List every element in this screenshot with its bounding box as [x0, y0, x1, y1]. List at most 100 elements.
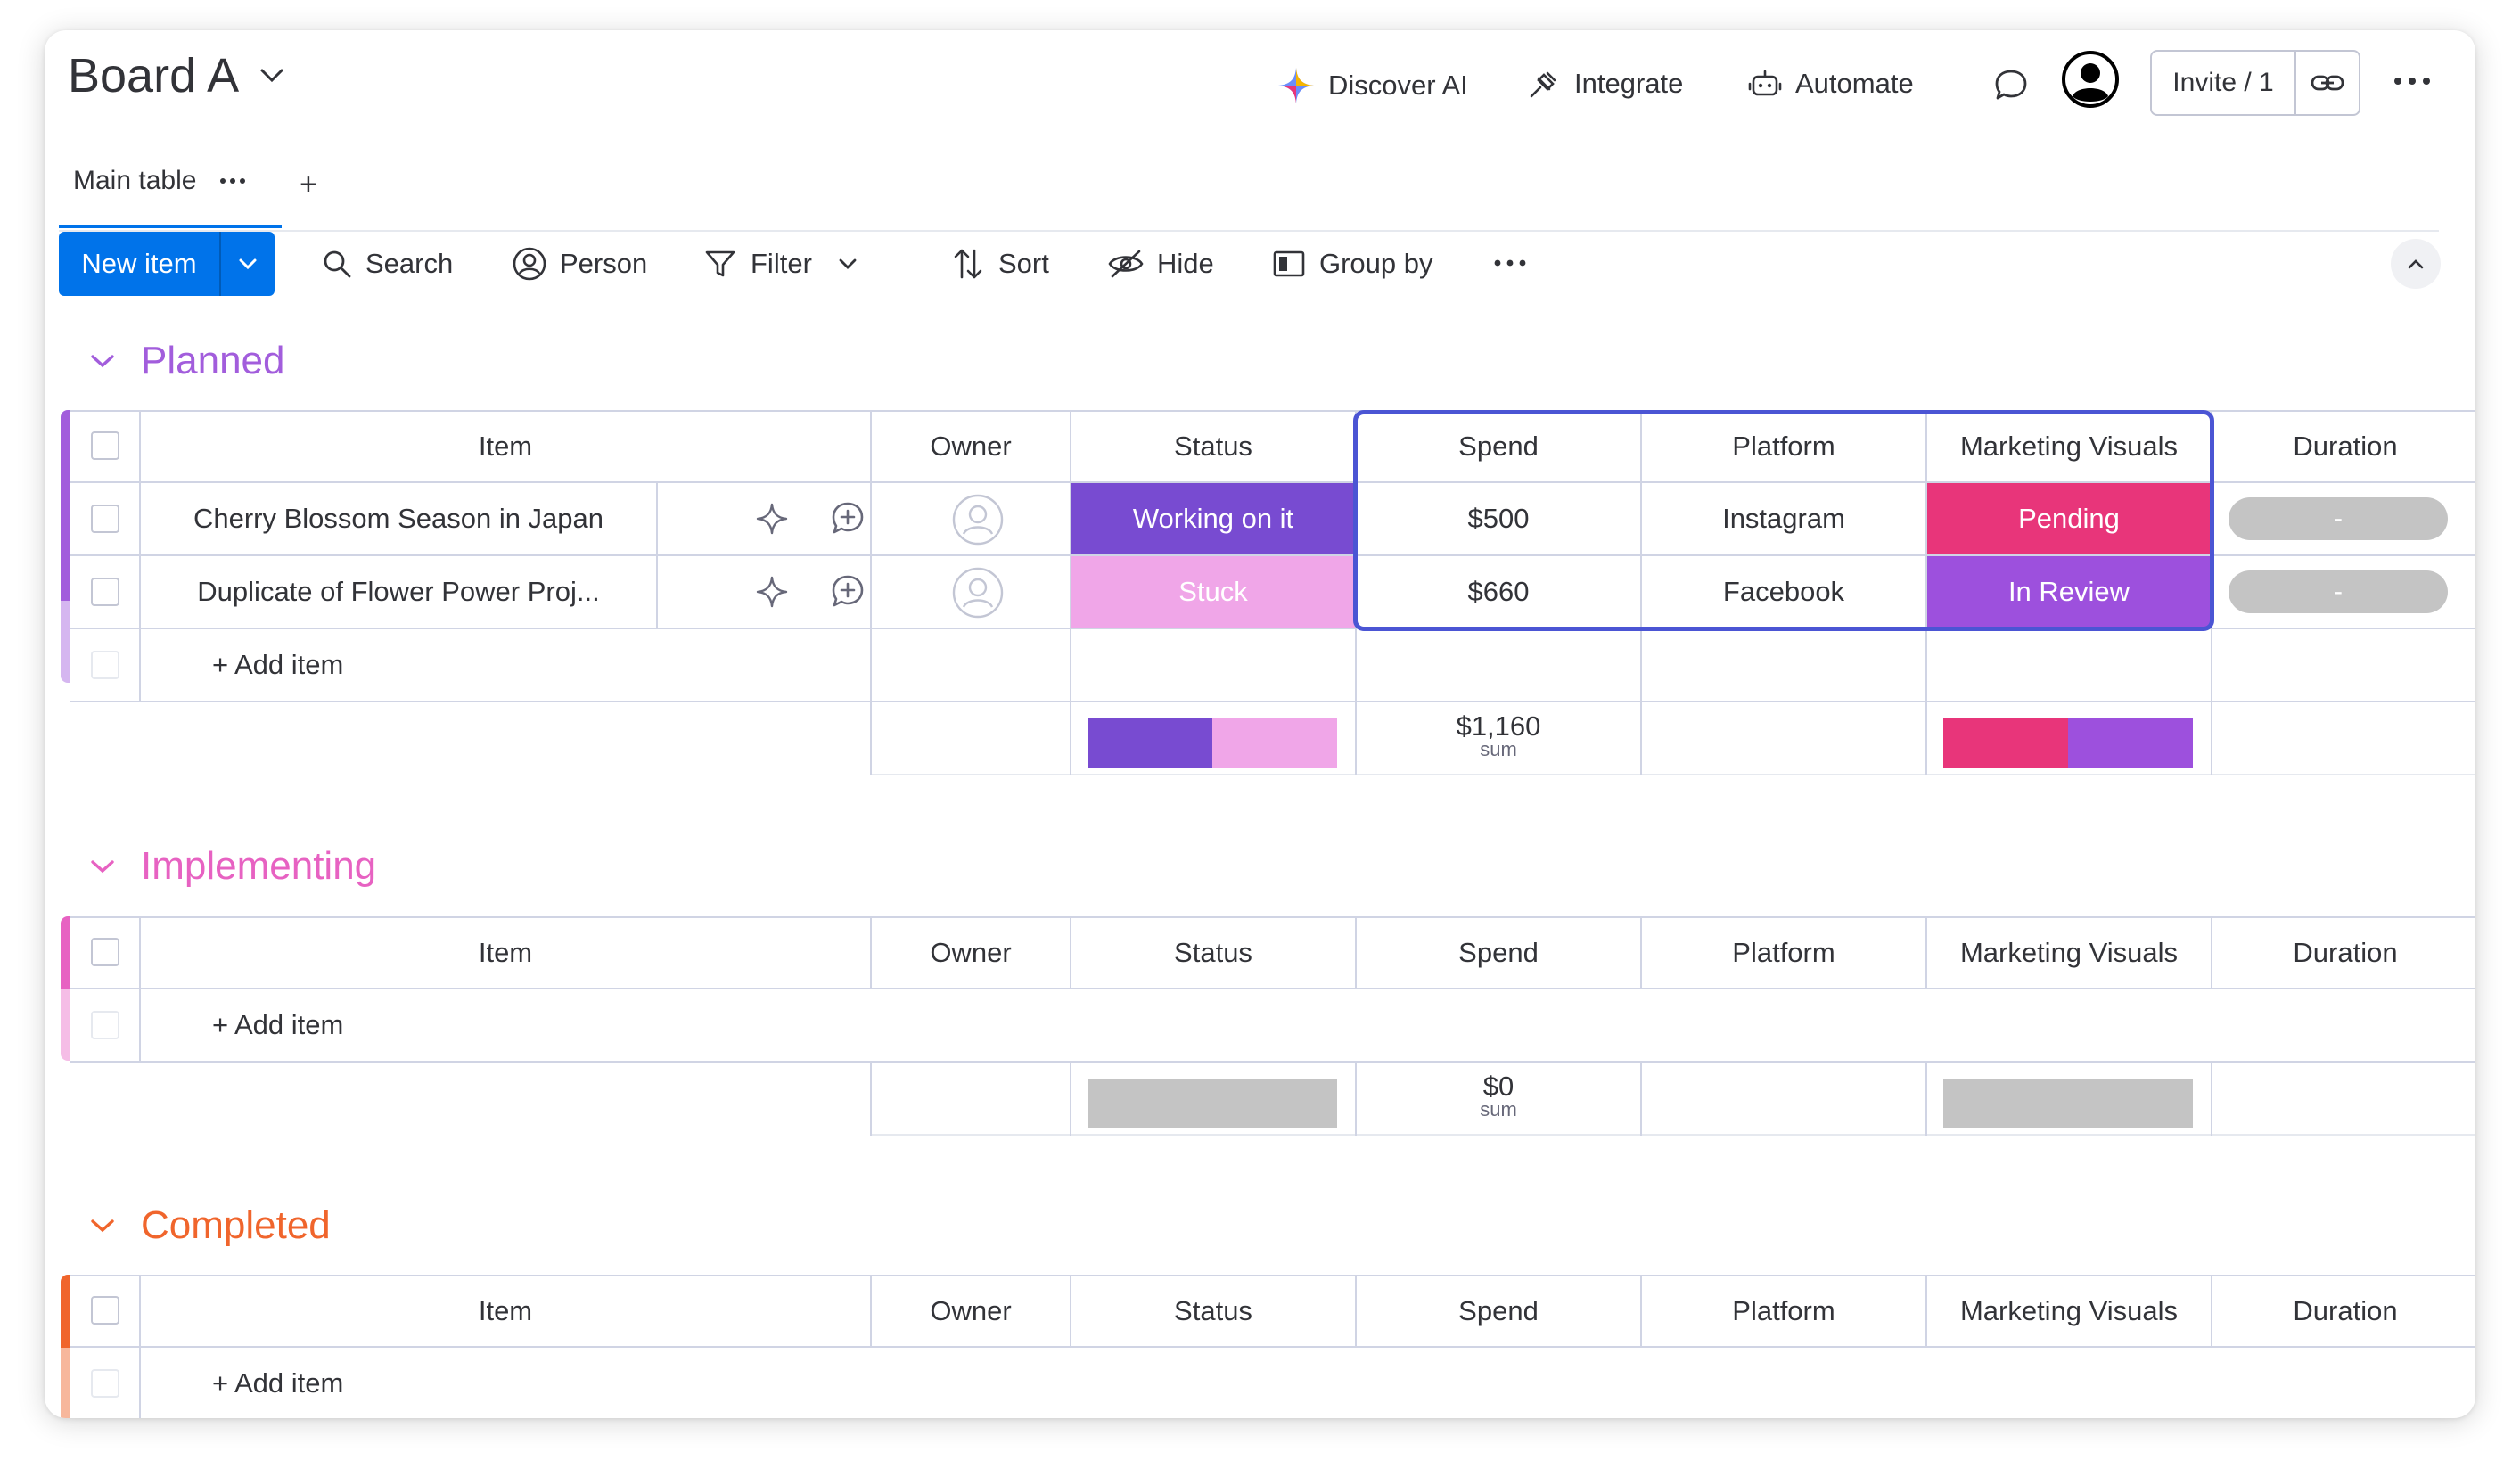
column-header-item[interactable]: Item — [141, 1276, 870, 1346]
row-checkbox[interactable] — [91, 578, 119, 606]
column-header-marketing-visuals[interactable]: Marketing Visuals — [1927, 1276, 2211, 1346]
column-header-platform[interactable]: Platform — [1642, 918, 1925, 988]
chevron-down-icon[interactable] — [837, 257, 858, 271]
group-color-bar — [61, 1275, 70, 1348]
status-label[interactable]: Stuck — [1071, 556, 1355, 628]
divider — [70, 1346, 2475, 1348]
duration-pill[interactable]: - — [2229, 570, 2448, 613]
row-checkbox[interactable] — [91, 505, 119, 533]
new-item-dropdown[interactable] — [221, 232, 275, 296]
integrate-label: Integrate — [1574, 68, 1684, 99]
column-header-spend[interactable]: Spend — [1357, 1276, 1640, 1346]
search-button[interactable]: Search — [321, 232, 453, 296]
column-header-owner[interactable]: Owner — [872, 1276, 1070, 1346]
column-header-duration[interactable]: Duration — [2212, 1276, 2475, 1346]
group-by-button[interactable]: Group by — [1271, 232, 1433, 296]
divider — [870, 1061, 872, 1136]
discover-ai-label: Discover AI — [1328, 70, 1468, 101]
automate-label: Automate — [1795, 68, 1914, 99]
spend-sum-value: $0 — [1482, 1071, 1514, 1102]
copy-link-button[interactable] — [2296, 52, 2359, 114]
filter-icon — [702, 246, 738, 282]
tab-main-table[interactable]: Main table — [59, 137, 282, 228]
spend-sum-value: $1,160 — [1456, 710, 1541, 742]
hide-button[interactable]: Hide — [1107, 232, 1214, 296]
add-update-icon[interactable] — [829, 572, 866, 610]
column-header-status[interactable]: Status — [1071, 1276, 1355, 1346]
column-header-duration[interactable]: Duration — [2212, 412, 2475, 481]
column-header-duration[interactable]: Duration — [2212, 918, 2475, 988]
owner-avatar-empty[interactable] — [952, 494, 1004, 550]
toolbar-more-icon[interactable] — [1492, 257, 1528, 269]
spend-summary[interactable]: $0 sum — [1357, 1071, 1640, 1120]
item-name[interactable]: Cherry Blossom Season in Japan — [141, 483, 656, 554]
status-summary-empty[interactable] — [1088, 1079, 1337, 1128]
status-summary-segment[interactable] — [1088, 718, 1212, 768]
collapse-header-button[interactable] — [2391, 239, 2441, 289]
select-all-checkbox[interactable] — [91, 431, 119, 460]
column-header-platform[interactable]: Platform — [1642, 1276, 1925, 1346]
status-label[interactable]: Working on it — [1071, 483, 1355, 554]
column-header-item[interactable]: Item — [141, 412, 870, 481]
visuals-summary-segment[interactable] — [1943, 718, 2068, 768]
chevron-down-icon — [237, 257, 259, 271]
filter-button[interactable]: Filter — [702, 232, 858, 296]
owner-avatar-empty[interactable] — [952, 567, 1004, 623]
avatar[interactable] — [2061, 50, 2120, 113]
divider — [1070, 1061, 1071, 1136]
add-item-button[interactable]: + Add item — [212, 989, 343, 1061]
spend-summary[interactable]: $1,160 sum — [1357, 710, 1640, 759]
status-summary-segment[interactable] — [1212, 718, 1337, 768]
sort-button[interactable]: Sort — [950, 232, 1049, 296]
search-icon — [321, 248, 353, 280]
visuals-summary-empty[interactable] — [1943, 1079, 2193, 1128]
column-header-owner[interactable]: Owner — [872, 412, 1070, 481]
person-filter-button[interactable]: Person — [512, 232, 647, 296]
group-table-implementing: Item Owner Status Spend Platform Marketi… — [61, 916, 2475, 1175]
column-header-owner[interactable]: Owner — [872, 918, 1070, 988]
add-item-button[interactable]: + Add item — [212, 629, 343, 701]
duration-pill[interactable]: - — [2229, 497, 2448, 540]
board-title-text: Board A — [68, 49, 240, 103]
plug-icon — [1526, 66, 1562, 102]
select-all-checkbox[interactable] — [91, 1296, 119, 1325]
chevron-down-icon[interactable] — [89, 1217, 116, 1235]
integrate-button[interactable]: Integrate — [1526, 66, 1683, 102]
new-item-button[interactable]: New item — [59, 232, 221, 296]
group-header-implementing[interactable]: Implementing — [89, 844, 376, 889]
divider — [1925, 1061, 1927, 1136]
invite-button[interactable]: Invite / 1 — [2152, 52, 2296, 114]
add-item-button[interactable]: + Add item — [212, 1348, 343, 1418]
column-header-item[interactable]: Item — [141, 918, 870, 988]
divider — [70, 1061, 2475, 1063]
board-title[interactable]: Board A — [68, 48, 285, 103]
select-all-checkbox[interactable] — [91, 938, 119, 966]
chevron-down-icon[interactable] — [259, 67, 285, 85]
automate-button[interactable]: Automate — [1747, 66, 1914, 102]
group-header-completed[interactable]: Completed — [89, 1203, 331, 1248]
add-item-checkbox — [91, 1011, 119, 1039]
chevron-down-icon[interactable] — [89, 857, 116, 875]
group-color-bar-faint — [61, 601, 70, 683]
chevron-down-icon[interactable] — [89, 352, 116, 370]
column-header-status[interactable]: Status — [1071, 412, 1355, 481]
group-header-planned[interactable]: Planned — [89, 339, 284, 383]
column-header-marketing-visuals[interactable]: Marketing Visuals — [1927, 918, 2211, 988]
person-label: Person — [560, 248, 648, 279]
group-color-bar — [61, 916, 70, 989]
more-options-icon[interactable] — [2391, 66, 2434, 96]
add-item-checkbox — [91, 1369, 119, 1398]
add-update-icon[interactable] — [829, 499, 866, 537]
chat-bubble-icon[interactable] — [1991, 66, 2031, 105]
add-view-button[interactable]: + — [300, 168, 317, 202]
column-header-spend[interactable]: Spend — [1357, 918, 1640, 988]
ai-sparkle-icon[interactable] — [754, 501, 790, 537]
discover-ai-button[interactable]: Discover AI — [1276, 66, 1468, 105]
tab-main-table-label: Main table — [73, 166, 197, 195]
ai-sparkle-icon[interactable] — [754, 574, 790, 610]
board-card: Board A Discover AI Integrate Automate I… — [45, 30, 2475, 1418]
item-name[interactable]: Duplicate of Flower Power Proj... — [141, 556, 656, 628]
column-header-status[interactable]: Status — [1071, 918, 1355, 988]
tab-options-icon[interactable] — [219, 176, 246, 185]
visuals-summary-segment[interactable] — [2068, 718, 2193, 768]
